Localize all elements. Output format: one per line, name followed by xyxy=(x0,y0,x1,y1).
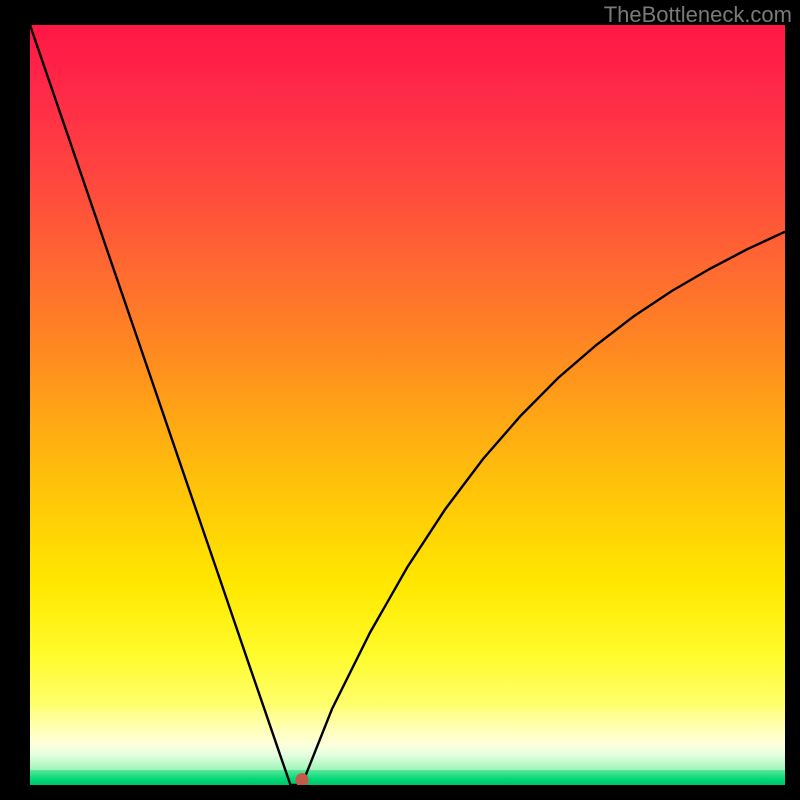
plot-area xyxy=(30,25,785,785)
chart-frame: TheBottleneck.com xyxy=(0,0,800,800)
curve-path xyxy=(30,25,785,785)
watermark-text: TheBottleneck.com xyxy=(604,2,792,28)
optimum-marker-icon xyxy=(295,773,308,785)
bottleneck-curve xyxy=(30,25,785,785)
